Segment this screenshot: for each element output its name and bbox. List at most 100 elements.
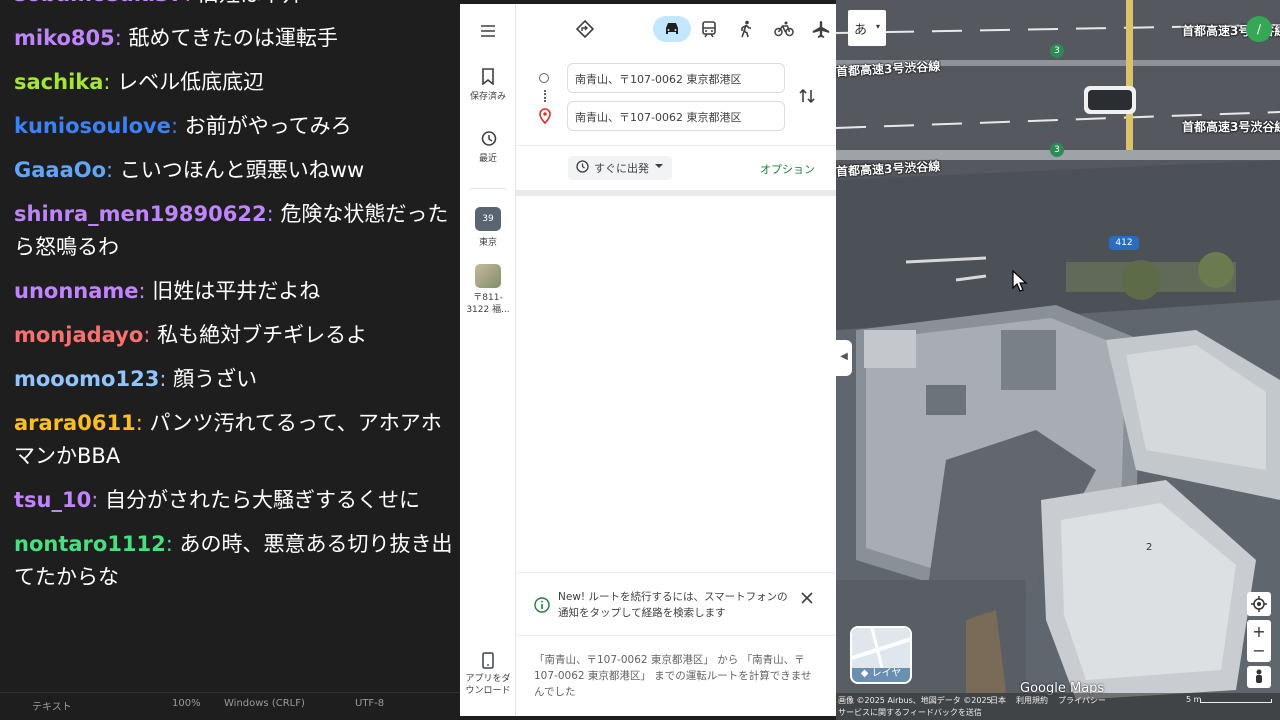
maps-left-rail: 保存済み 最近 39 東京 〒811-3122 福... アプリをダウンロード	[460, 4, 516, 716]
chat-text: お前がやってみろ	[184, 114, 352, 138]
my-location-button[interactable]	[1247, 592, 1271, 616]
chat-username[interactable]: nontaro1112	[14, 532, 166, 556]
place-label: 東京	[478, 238, 497, 248]
mode-flights[interactable]	[808, 16, 834, 42]
scale-bar	[1200, 699, 1272, 703]
destination-input[interactable]: 南青山、〒107-0062 東京都港区	[567, 101, 785, 131]
mode-best[interactable]	[572, 16, 598, 42]
chat-username[interactable]: kuniosoulove	[14, 114, 171, 138]
feedback-link[interactable]: サービスに関するフィードバックを送信	[838, 707, 982, 718]
notification-text: New! ルートを続行するには、スマートフォンの通知をタップして経路を検索します	[558, 591, 788, 619]
status-encoding[interactable]: UTF-8	[355, 698, 384, 709]
place-label: 〒811-3122 福...	[466, 293, 510, 315]
chat-message: unonname: 旧姓は平井だよね	[14, 275, 454, 308]
chat-colon: :	[159, 367, 174, 391]
chat-username[interactable]: arara0611	[14, 411, 136, 435]
pegman-slash-icon[interactable]: /	[1246, 16, 1272, 42]
route-dots-icon	[544, 90, 546, 102]
chat-message: sachika: レベル低底底辺	[14, 66, 454, 99]
walking-icon	[741, 20, 751, 38]
hamburger-menu-icon	[481, 25, 495, 37]
recent-place-fukuoka[interactable]: 〒811-3122 福...	[460, 264, 516, 316]
chat-text: こいつほんと頭悪いねww	[119, 158, 365, 182]
route-error-message: 「南青山、〒107-0062 東京都港区」 から 「南青山、〒107-0062 …	[534, 654, 812, 698]
terms-link[interactable]: 利用規約	[1016, 695, 1048, 706]
status-eol[interactable]: Windows (CRLF)	[224, 698, 305, 709]
privacy-link[interactable]: プライバシー	[1058, 695, 1106, 706]
chat-username[interactable]: sachika	[14, 70, 103, 94]
mode-cycling[interactable]	[771, 16, 797, 42]
recent-label: 最近	[478, 154, 497, 164]
recent-place-tokyo[interactable]: 39 東京	[460, 207, 516, 248]
chat-colon: :	[91, 488, 105, 512]
map-attribution-bar: 画像 ©2025 Airbus、地図データ ©2025 日本 利用規約 プライバ…	[836, 693, 1280, 720]
depart-label: すぐに出発	[594, 162, 649, 175]
saved-label: 保存済み	[469, 92, 506, 102]
chat-message: tsu_10: 自分がされたら大騒ぎするくせに	[14, 484, 454, 517]
editor-status-bar: テキスト 100% Windows (CRLF) UTF-8	[0, 692, 460, 720]
chat-message: sobamosuki37: 旧姓は平井	[14, 0, 454, 11]
chat-message: kuniosoulove: お前がやってみろ	[14, 110, 454, 143]
clock-icon	[576, 160, 589, 173]
chat-username[interactable]: miko805	[14, 26, 115, 50]
origin-circle-icon	[539, 73, 549, 83]
chat-message: GaaaOo: こいつほんと頭悪いねww	[14, 154, 454, 187]
recent-button[interactable]: 最近	[460, 130, 516, 164]
status-zoom[interactable]: 100%	[172, 698, 201, 709]
chat-username[interactable]: sobamosuki37	[14, 0, 184, 6]
chat-message-list: sobamosuki37: 旧姓は平井 miko805: 舐めてきたのは運転手 sa…	[14, 0, 454, 605]
zoom-in-button[interactable]: +	[1252, 622, 1265, 642]
place-thumbnail: 39	[475, 207, 501, 231]
place-thumbnail	[475, 264, 501, 288]
chat-text: 私も絶対ブチギレるよ	[157, 323, 368, 347]
swap-route-icon[interactable]	[799, 87, 815, 105]
chat-colon: :	[184, 0, 198, 6]
chat-username[interactable]: unonname	[14, 279, 139, 303]
imagery-attribution: 画像 ©2025 Airbus、地図データ ©2025	[838, 696, 992, 705]
chat-username[interactable]: mooomo123	[14, 367, 159, 391]
chat-message: nontaro1112: あの時、悪意ある切り抜き出てたからな	[14, 528, 454, 594]
zoom-out-button[interactable]: −	[1252, 642, 1265, 660]
chat-colon: :	[165, 532, 180, 556]
route-shield: 3	[1050, 143, 1064, 157]
rail-divider	[470, 188, 506, 189]
chat-message: shinra_men19890622: 危険な状態だったら怒鳴るわ	[14, 198, 454, 264]
chat-colon: :	[135, 411, 150, 435]
map-thumbnail	[852, 628, 910, 669]
download-app-button[interactable]: アプリをダウンロード	[460, 652, 516, 697]
layers-button[interactable]: ◆ レイヤ	[850, 626, 912, 684]
close-icon[interactable]	[800, 591, 814, 605]
collapse-panel-button[interactable]: ◀	[836, 340, 852, 376]
chat-username[interactable]: GaaaOo	[14, 158, 106, 182]
layers-label: レイヤ	[871, 668, 902, 679]
chat-text: 顔うざい	[173, 367, 258, 391]
chat-text: 旧姓は平井	[198, 0, 303, 6]
divider	[516, 145, 836, 146]
status-type[interactable]: テキスト	[32, 698, 72, 713]
train-icon	[702, 20, 716, 37]
mode-walking[interactable]	[733, 16, 759, 42]
options-button[interactable]: オプション	[760, 161, 815, 177]
building-number: 2	[1146, 542, 1153, 553]
menu-button[interactable]	[460, 24, 516, 42]
chat-message: arara0611: パンツ汚れてるって、アホアホマンかBBA	[14, 407, 454, 473]
phone-icon	[482, 652, 494, 669]
layers-label-row: ◆ レイヤ	[852, 664, 910, 679]
pegman-button[interactable]	[1247, 666, 1271, 688]
language-button[interactable]: あ ▾	[848, 10, 886, 46]
chat-text: 自分がされたら大騒ぎするくせに	[104, 488, 420, 512]
mouse-cursor-icon	[1012, 270, 1028, 292]
chat-username[interactable]: monjadayo	[14, 323, 143, 347]
mode-transit[interactable]	[696, 16, 722, 42]
origin-input[interactable]: 南青山、〒107-0062 東京都港区	[567, 63, 785, 93]
chat-text: レベル低底底辺	[117, 70, 265, 94]
country-link[interactable]: 日本	[990, 695, 1006, 706]
mode-driving[interactable]	[653, 16, 691, 42]
satellite-map[interactable]: 首都高速3号渋谷線 首都高速3号渋谷線 首都高速3号渋谷線 首都高速3号渋谷線 …	[836, 0, 1280, 720]
pegman-icon	[1256, 669, 1262, 683]
chat-username[interactable]: tsu_10	[14, 488, 91, 512]
saved-button[interactable]: 保存済み	[460, 68, 516, 102]
depart-time-dropdown[interactable]: すぐに出発	[568, 156, 672, 180]
download-label: アプリをダウンロード	[465, 674, 511, 696]
chat-username[interactable]: shinra_men19890622	[14, 202, 267, 226]
